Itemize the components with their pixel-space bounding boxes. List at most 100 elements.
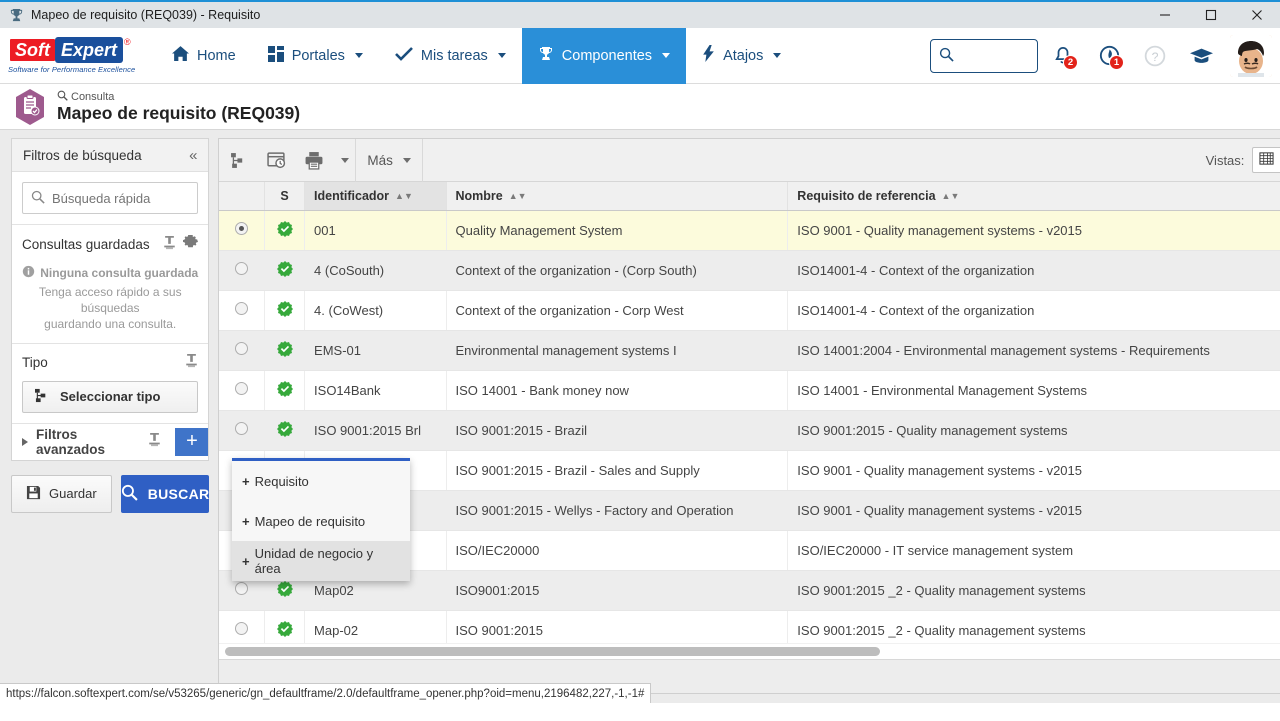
table-horizontal-scrollbar[interactable]: [219, 643, 1280, 659]
search-button-label: BUSCAR: [147, 485, 210, 502]
active-icon: [276, 620, 293, 640]
views-select[interactable]: Analítico: [1252, 147, 1280, 173]
nav-item-atajos[interactable]: Atajos: [686, 28, 797, 84]
print-icon[interactable]: [295, 139, 333, 182]
row-radio[interactable]: [235, 222, 249, 235]
global-search-input[interactable]: [954, 48, 1029, 63]
scrollbar-thumb[interactable]: [225, 647, 881, 656]
table-row[interactable]: ISO14Bank ISO 14001 - Bank money now ISO 1…: [219, 370, 1280, 411]
cell-requisito: ISO/IEC20000 - IT service management sys…: [787, 530, 1280, 571]
filters-header: Filtros de búsqueda «: [12, 139, 209, 172]
info-icon: [22, 265, 35, 281]
add-menu-item-label: Requisito: [254, 473, 309, 489]
search-button[interactable]: BUSCAR: [120, 474, 210, 513]
row-status-cell: [264, 250, 306, 291]
save-disk-icon: [26, 485, 41, 503]
nav-item-mis-tareas[interactable]: Mis tareas: [379, 28, 522, 84]
results-card: Más Vistas: Analítico: [218, 138, 1280, 694]
column-header-s[interactable]: S: [264, 182, 306, 211]
row-radio[interactable]: [235, 622, 249, 635]
add-menu-item-unidad-de-negocio-y-area[interactable]: + Unidad de negocio y área: [232, 541, 410, 581]
row-status-cell: [264, 410, 306, 451]
quick-search-box[interactable]: [22, 182, 199, 214]
global-search-box[interactable]: [930, 38, 1038, 73]
results-panel: Más Vistas: Analítico: [218, 130, 1280, 703]
gear-icon[interactable]: [183, 235, 199, 253]
collapse-panel-button[interactable]: «: [189, 148, 197, 163]
advanced-filters-label: Filtros avanzados: [36, 426, 106, 457]
active-icon: [276, 580, 293, 600]
row-radio[interactable]: [235, 262, 249, 275]
help-button[interactable]: ?: [1134, 36, 1176, 76]
add-menu-item-mapeo-de-requisito[interactable]: + Mapeo de requisito: [232, 501, 410, 541]
row-select-cell[interactable]: [219, 210, 265, 251]
nav-item-home[interactable]: Home: [156, 28, 252, 84]
add-filter-button[interactable]: +: [175, 427, 209, 456]
saved-queries-section: Consultas guardadas Ninguna consulta gua…: [12, 225, 209, 344]
row-select-cell[interactable]: [219, 290, 265, 331]
row-radio[interactable]: [235, 382, 249, 395]
cell-identificador: ISO 9001:2015 Brl: [304, 410, 447, 451]
seleccionar-tipo-label: Seleccionar tipo: [59, 389, 161, 405]
row-radio[interactable]: [235, 422, 249, 435]
cell-requisito: ISO 9001 - Quality management systems - …: [787, 490, 1280, 531]
requirement-map-icon: [14, 88, 46, 125]
nav-item-componentes[interactable]: Componentes: [521, 27, 687, 84]
save-button[interactable]: Guardar: [11, 474, 112, 513]
row-radio[interactable]: [235, 302, 249, 315]
table-row[interactable]: 001 Quality Management System ISO 9001 - Q…: [219, 210, 1280, 251]
minimize-button[interactable]: [1142, 2, 1188, 28]
avatar[interactable]: [1230, 34, 1272, 77]
nav-item-label: Portales: [291, 47, 345, 64]
table-row[interactable]: 4 (CoSouth) Context of the organization -…: [219, 250, 1280, 291]
add-menu-item-label: Unidad de negocio y área: [254, 546, 374, 576]
row-radio[interactable]: [235, 582, 249, 595]
clear-filter-icon[interactable]: [185, 353, 198, 371]
cell-requisito: ISO 14001:2004 - Environmental managemen…: [787, 330, 1280, 371]
alerts-button[interactable]: 1: [1088, 36, 1130, 76]
table-row[interactable]: EMS-01 Environmental management systems I…: [219, 330, 1280, 371]
filter-actions: Guardar BUSCAR: [11, 474, 210, 513]
filters-card: Filtros de búsqueda « Consultas guardada…: [11, 138, 210, 461]
quick-search-input[interactable]: [52, 190, 190, 206]
row-select-cell[interactable]: [219, 610, 265, 643]
clear-filter-icon[interactable]: [163, 235, 176, 253]
row-status-cell: [264, 330, 306, 371]
row-status-cell: [264, 210, 306, 251]
row-select-cell[interactable]: [219, 370, 265, 411]
tree-view-icon[interactable]: [219, 139, 257, 182]
table-row[interactable]: Map-02 ISO 9001:2015 ISO 9001:2015 _2 - Qu…: [219, 610, 1280, 643]
cell-requisito: ISO14001-4 - Context of the organization: [787, 250, 1280, 291]
window-controls: [1142, 2, 1280, 28]
cell-requisito: ISO 9001:2015 - Quality management syste…: [787, 410, 1280, 451]
column-header-requisito-de-referencia[interactable]: Requisito de referencia ▲▼: [787, 182, 1280, 211]
cell-requisito: ISO 9001:2015 _2 - Quality management sy…: [787, 610, 1280, 643]
softexpert-logo[interactable]: Soft Expert ® Software for Performance E…: [8, 37, 138, 74]
history-icon[interactable]: [257, 139, 295, 182]
notifications-button[interactable]: 2: [1042, 36, 1084, 76]
table-row[interactable]: 4. (CoWest) Context of the organization -…: [219, 290, 1280, 331]
nav-items: Home Portales Mis tareas Componentes Ata…: [156, 27, 797, 84]
active-icon: [276, 380, 293, 400]
print-dropdown-caret[interactable]: [333, 139, 355, 182]
maximize-button[interactable]: [1188, 2, 1234, 28]
more-menu-label: Más: [367, 152, 393, 168]
more-menu-button[interactable]: Más: [356, 139, 422, 182]
column-header-nombre[interactable]: Nombre ▲▼: [446, 182, 789, 211]
row-radio[interactable]: [235, 342, 249, 355]
saved-queries-empty-title: Ninguna consulta guardada: [40, 266, 199, 280]
trophy-icon: [8, 7, 24, 23]
seleccionar-tipo-button[interactable]: Seleccionar tipo: [22, 380, 199, 413]
academy-button[interactable]: [1180, 36, 1222, 76]
plus-icon: +: [242, 473, 250, 489]
nav-item-portales[interactable]: Portales: [252, 28, 379, 84]
row-select-cell[interactable]: [219, 250, 265, 291]
clear-filter-icon[interactable]: [148, 433, 161, 450]
close-button[interactable]: [1234, 2, 1280, 28]
advanced-filters-row[interactable]: Filtros avanzados +: [12, 424, 209, 460]
row-select-cell[interactable]: [219, 330, 265, 371]
column-header-identificador[interactable]: Identificador ▲▼: [304, 182, 447, 211]
row-select-cell[interactable]: [219, 410, 265, 451]
table-row[interactable]: ISO 9001:2015 Brl ISO 9001:2015 - Brazil I…: [219, 410, 1280, 451]
add-menu-item-requisito[interactable]: + Requisito: [232, 461, 410, 501]
